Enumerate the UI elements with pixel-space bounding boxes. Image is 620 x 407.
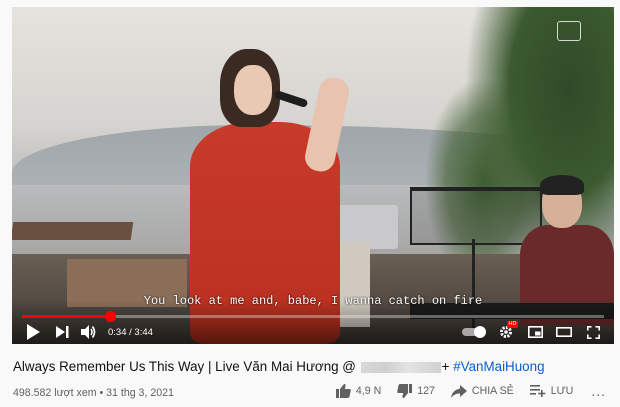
thumbs-up-icon xyxy=(335,384,351,398)
video-singer-face xyxy=(234,65,272,115)
like-button[interactable]: 4,9 N xyxy=(335,384,382,398)
save-button[interactable]: LƯU xyxy=(529,385,574,397)
redacted-handle xyxy=(360,361,441,373)
time-display: 0:34 / 3:44 xyxy=(108,326,153,338)
channel-watermark-logo xyxy=(542,21,596,43)
dislike-button[interactable]: 127 xyxy=(397,384,435,398)
volume-icon xyxy=(81,325,96,339)
progress-played xyxy=(22,315,111,318)
video-player[interactable]: You look at me and, babe, I wanna catch … xyxy=(12,7,614,344)
upload-date: 31 thg 3, 2021 xyxy=(106,387,174,399)
watermark-mark-icon xyxy=(557,21,581,41)
player-controls: 0:34 / 3:44 HD xyxy=(22,321,604,343)
theater-icon xyxy=(556,327,572,337)
video-pianist-hair xyxy=(540,175,584,195)
meta-separator: • xyxy=(99,387,104,399)
play-button[interactable] xyxy=(22,321,44,343)
settings-button[interactable]: HD xyxy=(494,321,518,343)
miniplayer-button[interactable] xyxy=(524,321,546,343)
fullscreen-button[interactable] xyxy=(582,321,604,343)
playlist-add-icon xyxy=(529,385,546,397)
video-title-text: Always Remember Us This Way | Live Văn M… xyxy=(13,359,356,374)
hd-badge: HD xyxy=(507,321,518,328)
save-label: LƯU xyxy=(550,385,574,397)
video-music-stand xyxy=(410,187,542,245)
autoplay-toggle-knob xyxy=(474,326,486,338)
dislike-count: 127 xyxy=(417,385,435,397)
title-suffix: + xyxy=(441,359,450,374)
next-icon xyxy=(55,326,68,338)
video-title: Always Remember Us This Way | Live Văn M… xyxy=(13,359,545,374)
video-actions: 4,9 N 127 CHIA SẺ LƯU ... xyxy=(320,384,606,398)
progress-bar[interactable] xyxy=(22,311,604,322)
like-count: 4,9 N xyxy=(355,385,382,397)
thumbs-down-icon xyxy=(397,384,413,398)
video-meta: 498.582 lượt xem • 31 thg 3, 2021 xyxy=(13,387,174,399)
share-icon xyxy=(450,384,467,398)
autoplay-toggle[interactable] xyxy=(462,326,486,338)
next-button[interactable] xyxy=(50,321,74,343)
hashtag-link[interactable]: #VanMaiHuong xyxy=(453,359,544,374)
volume-button[interactable] xyxy=(78,321,100,343)
video-table-top xyxy=(12,222,134,240)
fullscreen-icon xyxy=(586,325,600,339)
share-label: CHIA SẺ xyxy=(471,385,514,397)
share-button[interactable]: CHIA SẺ xyxy=(450,384,514,398)
play-icon xyxy=(27,324,40,340)
theater-mode-button[interactable] xyxy=(552,321,576,343)
more-actions-button[interactable]: ... xyxy=(591,384,606,398)
view-count: 498.582 lượt xem xyxy=(13,387,97,399)
miniplayer-icon xyxy=(527,326,543,338)
